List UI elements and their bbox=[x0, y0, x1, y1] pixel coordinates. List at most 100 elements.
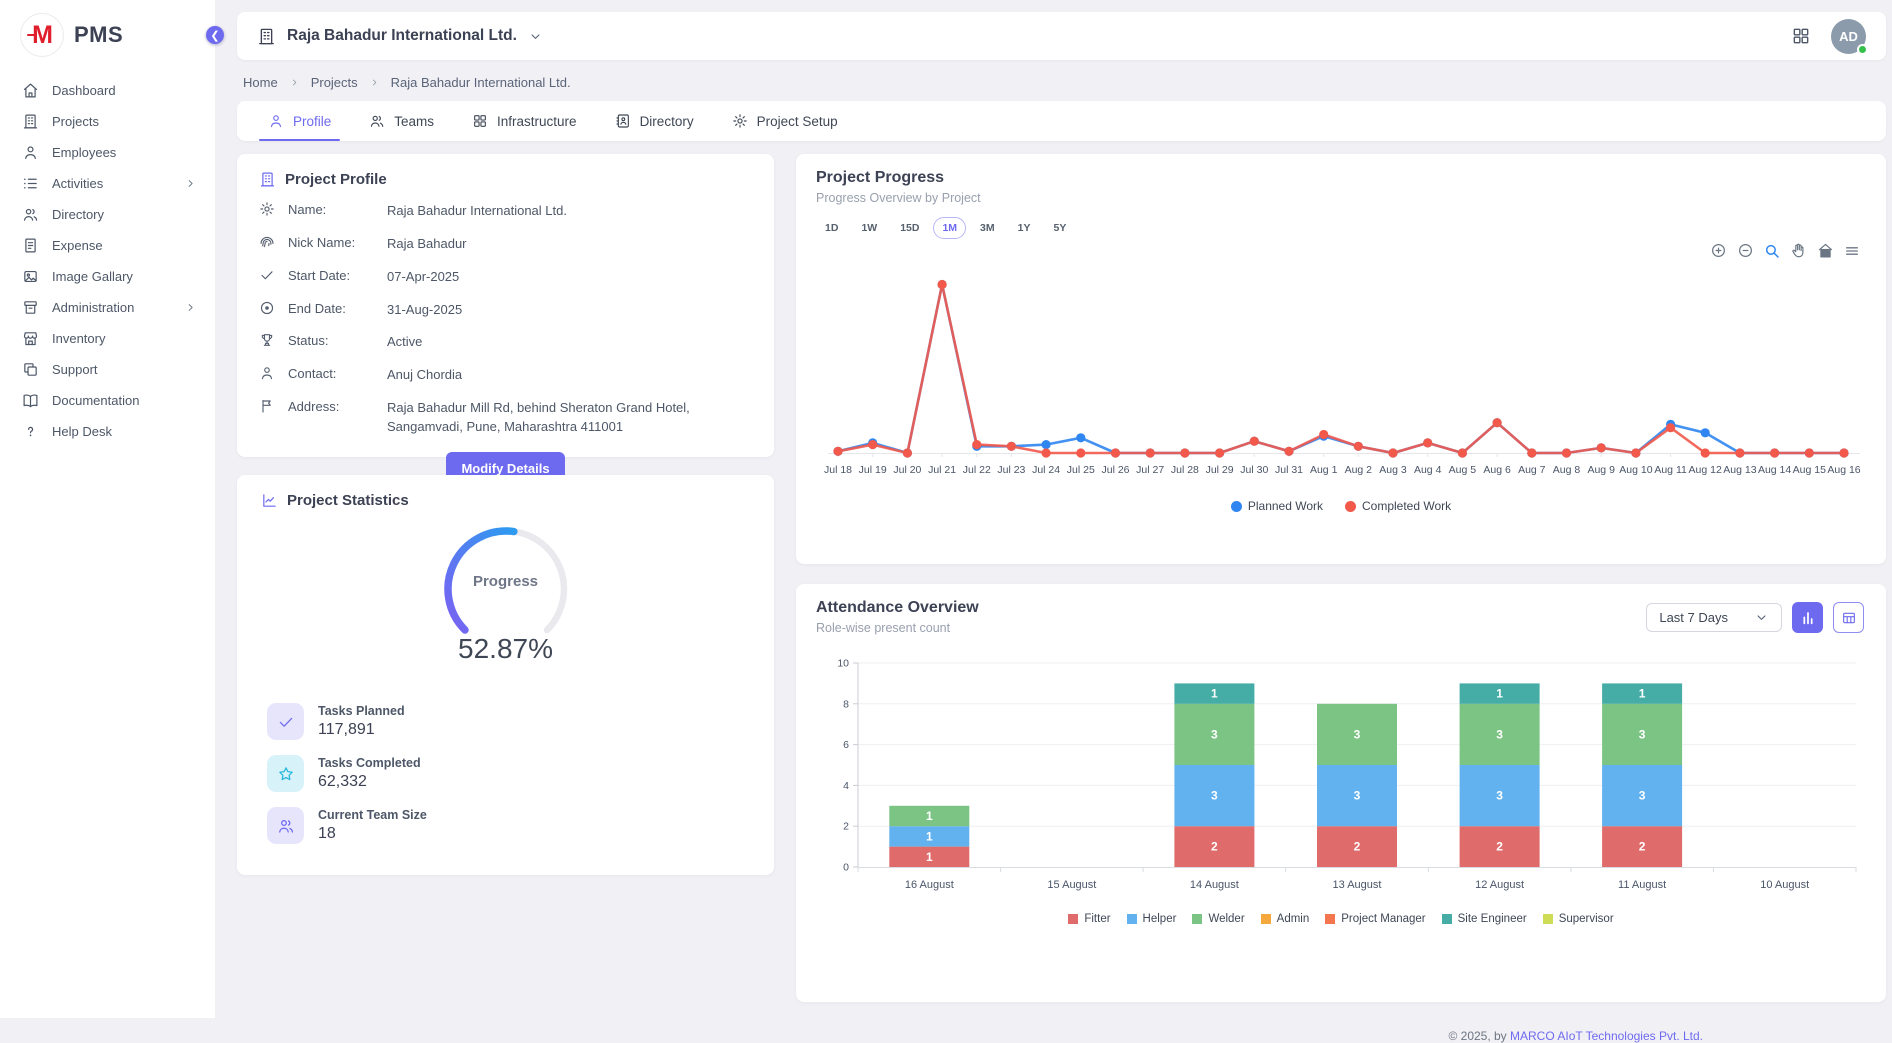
sidebar-item-help-desk[interactable]: Help Desk bbox=[0, 416, 215, 447]
grid-icon[interactable] bbox=[1791, 26, 1811, 46]
legend-planned-work[interactable]: Planned Work bbox=[1231, 499, 1323, 513]
svg-text:3: 3 bbox=[1496, 727, 1503, 741]
footer-company-link[interactable]: MARCO AIoT Technologies Pvt. Ltd. bbox=[1510, 1029, 1703, 1043]
star-icon bbox=[277, 765, 295, 783]
stacked-bar-chart: 024681011116 August15 August233114 Augus… bbox=[816, 651, 1866, 907]
sidebar-item-support[interactable]: Support bbox=[0, 354, 215, 385]
svg-text:Jul 25: Jul 25 bbox=[1067, 464, 1095, 476]
sidebar-item-directory[interactable]: Directory bbox=[0, 199, 215, 230]
stat-label: Current Team Size bbox=[318, 808, 427, 822]
progress-gauge: Progress bbox=[426, 521, 586, 639]
tab-teams[interactable]: Teams bbox=[350, 101, 453, 141]
zoom-in-button[interactable] bbox=[1710, 242, 1727, 259]
magnify-icon bbox=[1764, 243, 1780, 259]
svg-text:3: 3 bbox=[1211, 789, 1218, 803]
app-logo: M PMS bbox=[0, 0, 215, 75]
svg-text:1: 1 bbox=[926, 809, 933, 823]
svg-text:1: 1 bbox=[1496, 687, 1503, 701]
sidebar-item-label: Dashboard bbox=[52, 83, 116, 98]
bar-view-button[interactable] bbox=[1792, 602, 1823, 633]
legend-welder[interactable]: Welder bbox=[1192, 913, 1244, 925]
sidebar-item-inventory[interactable]: Inventory bbox=[0, 323, 215, 354]
legend-fitter[interactable]: Fitter bbox=[1068, 913, 1110, 925]
pan-button[interactable] bbox=[1790, 242, 1807, 259]
field-value: Raja Bahadur bbox=[387, 235, 467, 254]
avatar-initials: AD bbox=[1839, 29, 1858, 44]
project-progress-card: Project Progress Progress Overview by Pr… bbox=[796, 154, 1886, 564]
range-5y[interactable]: 5Y bbox=[1044, 217, 1075, 239]
svg-text:8: 8 bbox=[843, 698, 849, 710]
selection-zoom-button[interactable] bbox=[1764, 243, 1780, 259]
company-selector[interactable]: Raja Bahadur International Ltd. bbox=[257, 27, 543, 46]
linechart-icon bbox=[261, 492, 278, 509]
sidebar-item-expense[interactable]: Expense bbox=[0, 230, 215, 261]
svg-text:Aug 11: Aug 11 bbox=[1654, 464, 1687, 476]
svg-text:10: 10 bbox=[837, 658, 849, 670]
svg-text:Jul 26: Jul 26 bbox=[1101, 464, 1129, 476]
table-view-button[interactable] bbox=[1833, 602, 1864, 633]
stat-label: Tasks Planned bbox=[318, 704, 405, 718]
sidebar-item-administration[interactable]: Administration bbox=[0, 292, 215, 323]
range-15d[interactable]: 15D bbox=[891, 217, 928, 239]
sidebar-item-projects[interactable]: Projects bbox=[0, 106, 215, 137]
tab-label: Project Setup bbox=[757, 114, 838, 129]
reset-home-button[interactable] bbox=[1817, 242, 1834, 259]
zoom-out-button[interactable] bbox=[1737, 242, 1754, 259]
sidebar-item-activities[interactable]: Activities bbox=[0, 168, 215, 199]
sidebar-item-image-gallary[interactable]: Image Gallary bbox=[0, 261, 215, 292]
sidebar-item-documentation[interactable]: Documentation bbox=[0, 385, 215, 416]
field-label: Name: bbox=[288, 202, 374, 217]
svg-text:Aug 15: Aug 15 bbox=[1793, 464, 1826, 476]
range-1m[interactable]: 1M bbox=[933, 217, 966, 239]
svg-text:4: 4 bbox=[843, 780, 849, 792]
legend-label: Fitter bbox=[1084, 913, 1110, 925]
range-1y[interactable]: 1Y bbox=[1009, 217, 1040, 239]
legend-admin[interactable]: Admin bbox=[1261, 913, 1310, 925]
legend-site-engineer[interactable]: Site Engineer bbox=[1442, 913, 1527, 925]
chevR-icon bbox=[184, 177, 197, 190]
tab-project-setup[interactable]: Project Setup bbox=[713, 101, 857, 141]
range-1w[interactable]: 1W bbox=[852, 217, 886, 239]
avatar[interactable]: AD bbox=[1831, 19, 1866, 54]
tab-label: Directory bbox=[640, 114, 694, 129]
logo-circuit-mark bbox=[27, 34, 36, 36]
sidebar-collapse-button[interactable]: ❮ bbox=[206, 26, 224, 44]
people-icon bbox=[369, 113, 385, 129]
gear-icon bbox=[259, 201, 275, 217]
tab-profile[interactable]: Profile bbox=[249, 101, 350, 141]
breadcrumb-home[interactable]: Home bbox=[243, 75, 278, 90]
legend-supervisor[interactable]: Supervisor bbox=[1543, 913, 1614, 925]
svg-text:Jul 20: Jul 20 bbox=[893, 464, 921, 476]
breadcrumb-projects[interactable]: Projects bbox=[311, 75, 358, 90]
tab-directory[interactable]: Directory bbox=[596, 101, 713, 141]
field-label: Start Date: bbox=[288, 268, 374, 283]
legend-project-manager[interactable]: Project Manager bbox=[1325, 913, 1425, 925]
svg-text:12 August: 12 August bbox=[1475, 879, 1524, 891]
svg-text:Aug 10: Aug 10 bbox=[1619, 464, 1652, 476]
menu-button[interactable] bbox=[1844, 243, 1860, 259]
tab-infrastructure[interactable]: Infrastructure bbox=[453, 101, 596, 141]
app-name: PMS bbox=[74, 22, 123, 48]
main-area: Raja Bahadur International Ltd. AD Home P… bbox=[215, 0, 1892, 1018]
svg-text:Jul 23: Jul 23 bbox=[997, 464, 1025, 476]
stat-value: 62,332 bbox=[318, 773, 421, 791]
gear-icon bbox=[732, 113, 748, 129]
legend-completed-work[interactable]: Completed Work bbox=[1345, 499, 1451, 513]
line-chart-svg: Jul 18Jul 19Jul 20Jul 21Jul 22Jul 23Jul … bbox=[816, 245, 1866, 491]
legend-label: Admin bbox=[1277, 913, 1310, 925]
check-icon bbox=[277, 713, 295, 731]
range-1d[interactable]: 1D bbox=[816, 217, 847, 239]
sidebar-item-dashboard[interactable]: Dashboard bbox=[0, 75, 215, 106]
online-status-dot bbox=[1857, 44, 1868, 55]
sidebar-item-employees[interactable]: Employees bbox=[0, 137, 215, 168]
date-range-select[interactable]: Last 7 Days bbox=[1646, 603, 1782, 632]
legend-helper[interactable]: Helper bbox=[1127, 913, 1177, 925]
range-3m[interactable]: 3M bbox=[971, 217, 1004, 239]
profile-field-nick-name: Nick Name:Raja Bahadur bbox=[259, 235, 752, 254]
svg-text:0: 0 bbox=[843, 862, 849, 874]
legend-label: Welder bbox=[1208, 913, 1244, 925]
apps-grid-button[interactable] bbox=[1791, 26, 1811, 46]
svg-text:11 August: 11 August bbox=[1618, 879, 1666, 891]
svg-text:Jul 18: Jul 18 bbox=[824, 464, 852, 476]
chart-toolbar bbox=[1710, 242, 1860, 259]
